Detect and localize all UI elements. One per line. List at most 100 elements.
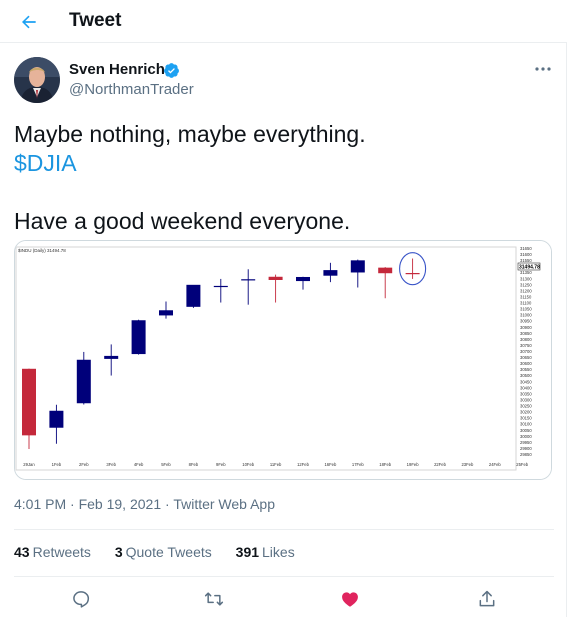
candlestick-chart: $INDU (Daily) 31494.78 31650316003155031… bbox=[15, 241, 551, 479]
x-tick-label: 8Feb bbox=[189, 462, 199, 467]
y-tick-label: 30600 bbox=[520, 361, 532, 366]
x-tick-label: 23Feb bbox=[461, 462, 474, 467]
y-tick-label: 29900 bbox=[520, 446, 532, 451]
cashtag-link[interactable]: $DJIA bbox=[14, 150, 77, 176]
x-tick-label: 3Feb bbox=[106, 462, 116, 467]
candle-body bbox=[378, 267, 393, 274]
x-tick-label: 2Feb bbox=[79, 462, 89, 467]
y-tick-label: 31200 bbox=[520, 288, 532, 293]
like-button[interactable] bbox=[336, 585, 364, 613]
y-tick-label: 30300 bbox=[520, 397, 532, 402]
candle-body bbox=[104, 355, 119, 359]
x-tick-label: 24Feb bbox=[489, 462, 502, 467]
more-horizontal-icon bbox=[535, 67, 551, 71]
retweet-button[interactable] bbox=[200, 585, 228, 613]
candle bbox=[76, 351, 91, 405]
x-tick-label: 19Feb bbox=[407, 462, 420, 467]
y-tick-label: 30550 bbox=[520, 367, 532, 372]
tweet-stats: 43 Retweets 3 Quote Tweets 391 Likes bbox=[14, 544, 315, 560]
y-tick-label: 31350 bbox=[520, 270, 532, 275]
tweet-text: Maybe nothing, maybe everything. $DJIA H… bbox=[14, 120, 554, 236]
y-tick-label: 31550 bbox=[520, 258, 532, 263]
y-tick-label: 30900 bbox=[520, 325, 532, 330]
y-tick-label: 30750 bbox=[520, 343, 532, 348]
last-price-label: 31494.78 bbox=[519, 265, 540, 271]
share-icon bbox=[479, 590, 495, 607]
y-tick-label: 31250 bbox=[520, 282, 532, 287]
verified-badge-icon bbox=[164, 63, 179, 78]
y-tick-label: 29950 bbox=[520, 440, 532, 445]
x-tick-label: 1Feb bbox=[52, 462, 62, 467]
x-tick-label: 17Feb bbox=[352, 462, 365, 467]
more-options-button[interactable] bbox=[530, 58, 556, 80]
x-tick-label: 16Feb bbox=[324, 462, 337, 467]
y-tick-label: 30500 bbox=[520, 373, 532, 378]
retweet-icon bbox=[204, 592, 224, 606]
page-header: Tweet bbox=[0, 0, 567, 43]
candle bbox=[131, 319, 146, 355]
candle-body bbox=[323, 270, 338, 276]
candle-body bbox=[296, 276, 310, 282]
avatar[interactable] bbox=[14, 57, 60, 103]
y-tick-label: 30800 bbox=[520, 337, 532, 342]
y-tick-label: 30100 bbox=[520, 422, 532, 427]
x-tick-label: 12Feb bbox=[297, 462, 310, 467]
x-tick-label: 5Feb bbox=[161, 462, 171, 467]
x-tick-label: 25Feb bbox=[516, 462, 529, 467]
candle-body bbox=[22, 368, 36, 436]
y-tick-label: 29850 bbox=[520, 452, 532, 457]
candle-body bbox=[186, 284, 201, 307]
meta-separator: · bbox=[66, 496, 79, 512]
tweet-time[interactable]: 4:01 PM bbox=[14, 496, 66, 512]
candle-body bbox=[159, 310, 173, 316]
candle-body bbox=[131, 320, 146, 355]
heart-filled-icon bbox=[342, 592, 358, 607]
tweet-page: Tweet Sven Henrich @NorthmanTrader Maybe… bbox=[0, 0, 567, 617]
x-tick-label: 22Feb bbox=[434, 462, 447, 467]
x-tick-label: 9Feb bbox=[216, 462, 226, 467]
candle bbox=[186, 284, 201, 308]
likes-stat[interactable]: 391 Likes bbox=[236, 544, 295, 560]
meta-separator: · bbox=[161, 496, 174, 512]
x-tick-label: 29Jan bbox=[23, 462, 35, 467]
x-tick-label: 4Feb bbox=[134, 462, 144, 467]
tweet-meta: 4:01 PM · Feb 19, 2021 · Twitter Web App bbox=[14, 496, 275, 512]
y-tick-label: 30950 bbox=[520, 319, 532, 324]
y-tick-label: 31050 bbox=[520, 307, 532, 312]
divider bbox=[14, 529, 554, 530]
page-title: Tweet bbox=[69, 10, 122, 31]
y-tick-label: 30200 bbox=[520, 410, 532, 415]
y-tick-label: 30050 bbox=[520, 428, 532, 433]
tweet-date[interactable]: Feb 19, 2021 bbox=[79, 496, 162, 512]
y-tick-label: 30350 bbox=[520, 391, 532, 396]
y-tick-label: 31000 bbox=[520, 313, 532, 318]
tweet-source[interactable]: Twitter Web App bbox=[173, 496, 275, 512]
tweet-image[interactable]: $INDU (Daily) 31494.78 31650 31600 31550 31… bbox=[14, 240, 552, 480]
y-tick-label: 30250 bbox=[520, 404, 532, 409]
quote-tweets-stat[interactable]: 3 Quote Tweets bbox=[115, 544, 212, 560]
share-button[interactable] bbox=[473, 585, 501, 613]
y-tick-label: 31150 bbox=[520, 294, 532, 299]
candle-body bbox=[350, 260, 365, 273]
author-handle[interactable]: @NorthmanTrader bbox=[69, 81, 194, 98]
author-name[interactable]: Sven Henrich bbox=[69, 61, 165, 78]
arrow-left-icon bbox=[22, 15, 36, 29]
y-tick-label: 30400 bbox=[520, 385, 532, 390]
y-tick-label: 30850 bbox=[520, 331, 532, 336]
candle-body bbox=[241, 279, 256, 281]
y-tick-label: 30650 bbox=[520, 355, 532, 360]
tweet-line: Have a good weekend everyone. bbox=[14, 208, 351, 234]
reply-button[interactable] bbox=[67, 585, 95, 613]
candle-body bbox=[268, 276, 283, 280]
back-button[interactable] bbox=[12, 5, 46, 39]
divider bbox=[14, 576, 554, 577]
x-tick-label: 11Feb bbox=[270, 462, 282, 467]
y-tick-label: 30700 bbox=[520, 349, 532, 354]
y-axis: 3165031600315503140031350313003125031200… bbox=[520, 246, 532, 457]
y-tick-label: 30450 bbox=[520, 379, 532, 384]
y-tick-label: 30000 bbox=[520, 434, 532, 439]
y-tick-label: 31600 bbox=[520, 252, 532, 257]
retweets-stat[interactable]: 43 Retweets bbox=[14, 544, 91, 560]
candle-body bbox=[213, 285, 228, 288]
x-tick-label: 18Feb bbox=[379, 462, 392, 467]
